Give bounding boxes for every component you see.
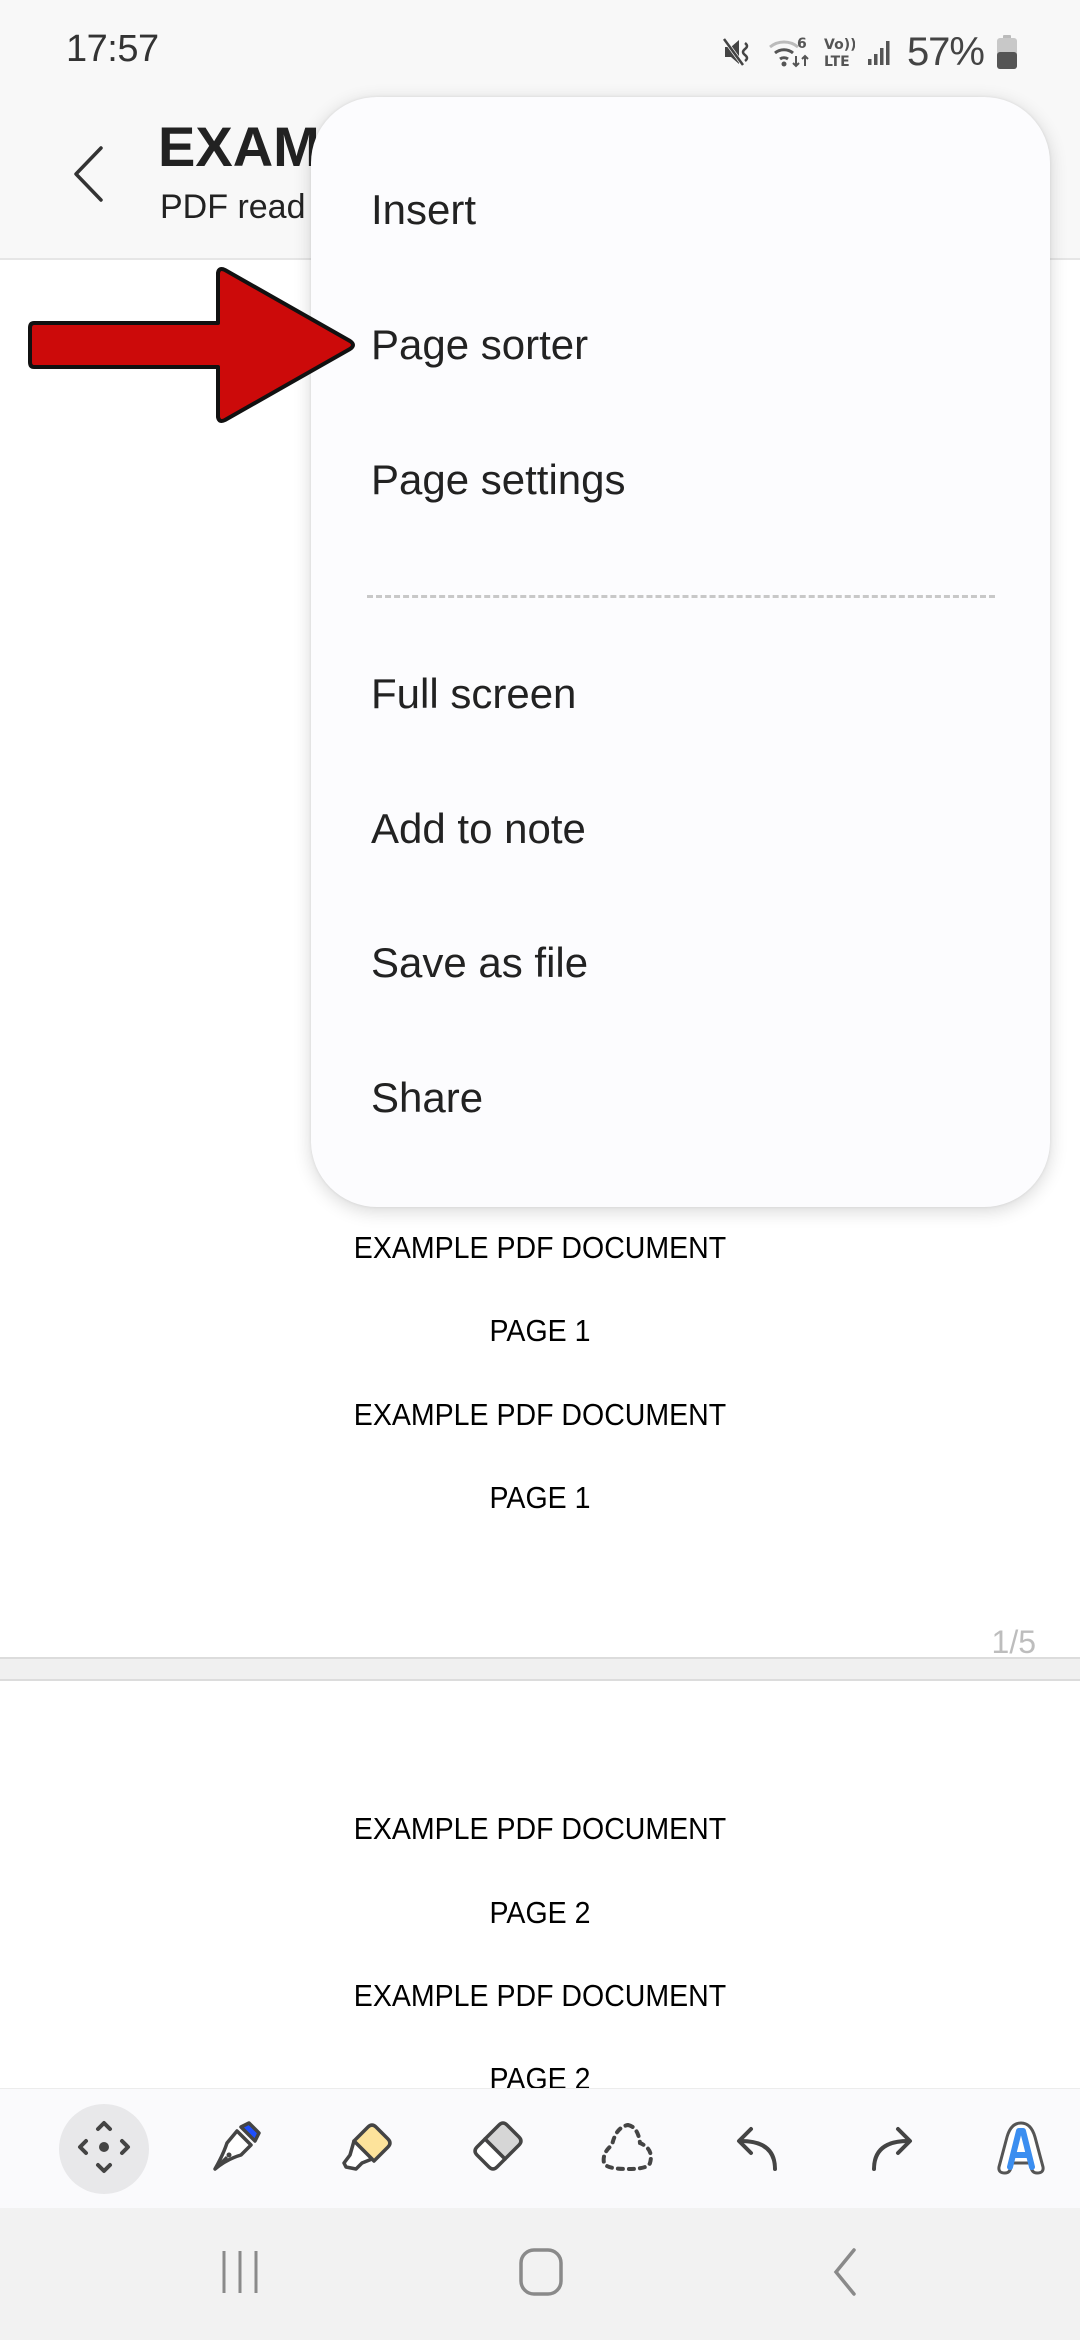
menu-item-insert[interactable]: Insert [311, 142, 1050, 277]
document-subtitle: PDF read [160, 188, 306, 226]
document-title: EXAM [158, 115, 320, 178]
pdf-text-line: EXAMPLE PDF DOCUMENT [353, 1811, 727, 1846]
menu-item-page-sorter[interactable]: Page sorter [311, 277, 1050, 412]
svg-text:6: 6 [797, 36, 807, 52]
pdf-text-line: EXAMPLE PDF DOCUMENT [353, 1978, 727, 2013]
status-icons: 6 Vo)) LTE 57% [721, 28, 1018, 76]
pdf-text-line: PAGE 1 [489, 1480, 591, 1515]
menu-item-full-screen[interactable]: Full screen [311, 626, 1050, 761]
status-time: 17:57 [66, 28, 159, 70]
recents-button[interactable] [190, 2238, 290, 2310]
drawing-toolbar [0, 2088, 1080, 2208]
system-nav-bar [0, 2208, 1080, 2340]
status-bar: 17:57 6 Vo)) LTE 57% [0, 0, 1080, 100]
home-icon [518, 2247, 564, 2302]
back-button[interactable] [56, 136, 120, 216]
undo-button[interactable] [714, 2104, 804, 2194]
page-indicator: 1/5 [991, 1624, 1036, 1660]
svg-text:LTE: LTE [824, 54, 850, 70]
red-arrow-annotation [28, 267, 355, 423]
pdf-text-line: EXAMPLE PDF DOCUMENT [353, 1230, 727, 1265]
pdf-text-line: PAGE 2 [489, 2061, 591, 2088]
redo-button[interactable] [845, 2104, 935, 2194]
volte-icon: Vo)) LTE [823, 34, 855, 70]
pdf-text-line: EXAMPLE PDF DOCUMENT [353, 1397, 727, 1432]
chevron-left-icon [71, 145, 105, 208]
redo-icon [862, 2119, 918, 2180]
eraser-tool-button[interactable] [452, 2104, 542, 2194]
highlighter-icon [338, 2119, 394, 2180]
pdf-text-line: PAGE 1 [489, 1313, 591, 1348]
pdf-text-line: PAGE 2 [489, 1895, 591, 1930]
highlighter-tool-button[interactable] [321, 2104, 411, 2194]
battery-icon [996, 34, 1018, 70]
signal-icon [867, 37, 895, 67]
menu-divider [367, 595, 995, 598]
home-button[interactable] [491, 2238, 591, 2310]
mute-icon [721, 35, 755, 69]
page-divider [0, 1657, 1080, 1681]
text-tool-button[interactable] [976, 2104, 1066, 2194]
menu-item-page-settings[interactable]: Page settings [311, 412, 1050, 547]
lasso-tool-button[interactable] [583, 2104, 673, 2194]
wifi-6-icon: 6 [767, 34, 811, 70]
fountain-pen-icon [207, 2119, 263, 2180]
svg-text:Vo)): Vo)) [824, 37, 855, 53]
recents-icon [220, 2247, 260, 2302]
nav-back-button[interactable] [795, 2238, 895, 2310]
move-arrows-icon [76, 2119, 132, 2180]
battery-percent: 57% [906, 29, 985, 74]
pen-tool-button[interactable] [190, 2104, 280, 2194]
pan-tool-button[interactable] [59, 2104, 149, 2194]
menu-item-share[interactable]: Share [311, 1030, 1050, 1165]
lasso-icon [598, 2121, 658, 2178]
pdf-page-2: EXAMPLE PDF DOCUMENT PAGE 2 EXAMPLE PDF … [0, 1681, 1080, 2088]
undo-icon [731, 2119, 787, 2180]
overflow-menu: Insert Page sorter Page settings Full sc… [311, 97, 1050, 1207]
eraser-icon [469, 2119, 525, 2180]
text-a-icon [996, 2119, 1046, 2180]
menu-item-add-to-note[interactable]: Add to note [311, 761, 1050, 896]
nav-back-icon [830, 2247, 860, 2302]
menu-item-save-as-file[interactable]: Save as file [311, 895, 1050, 1030]
